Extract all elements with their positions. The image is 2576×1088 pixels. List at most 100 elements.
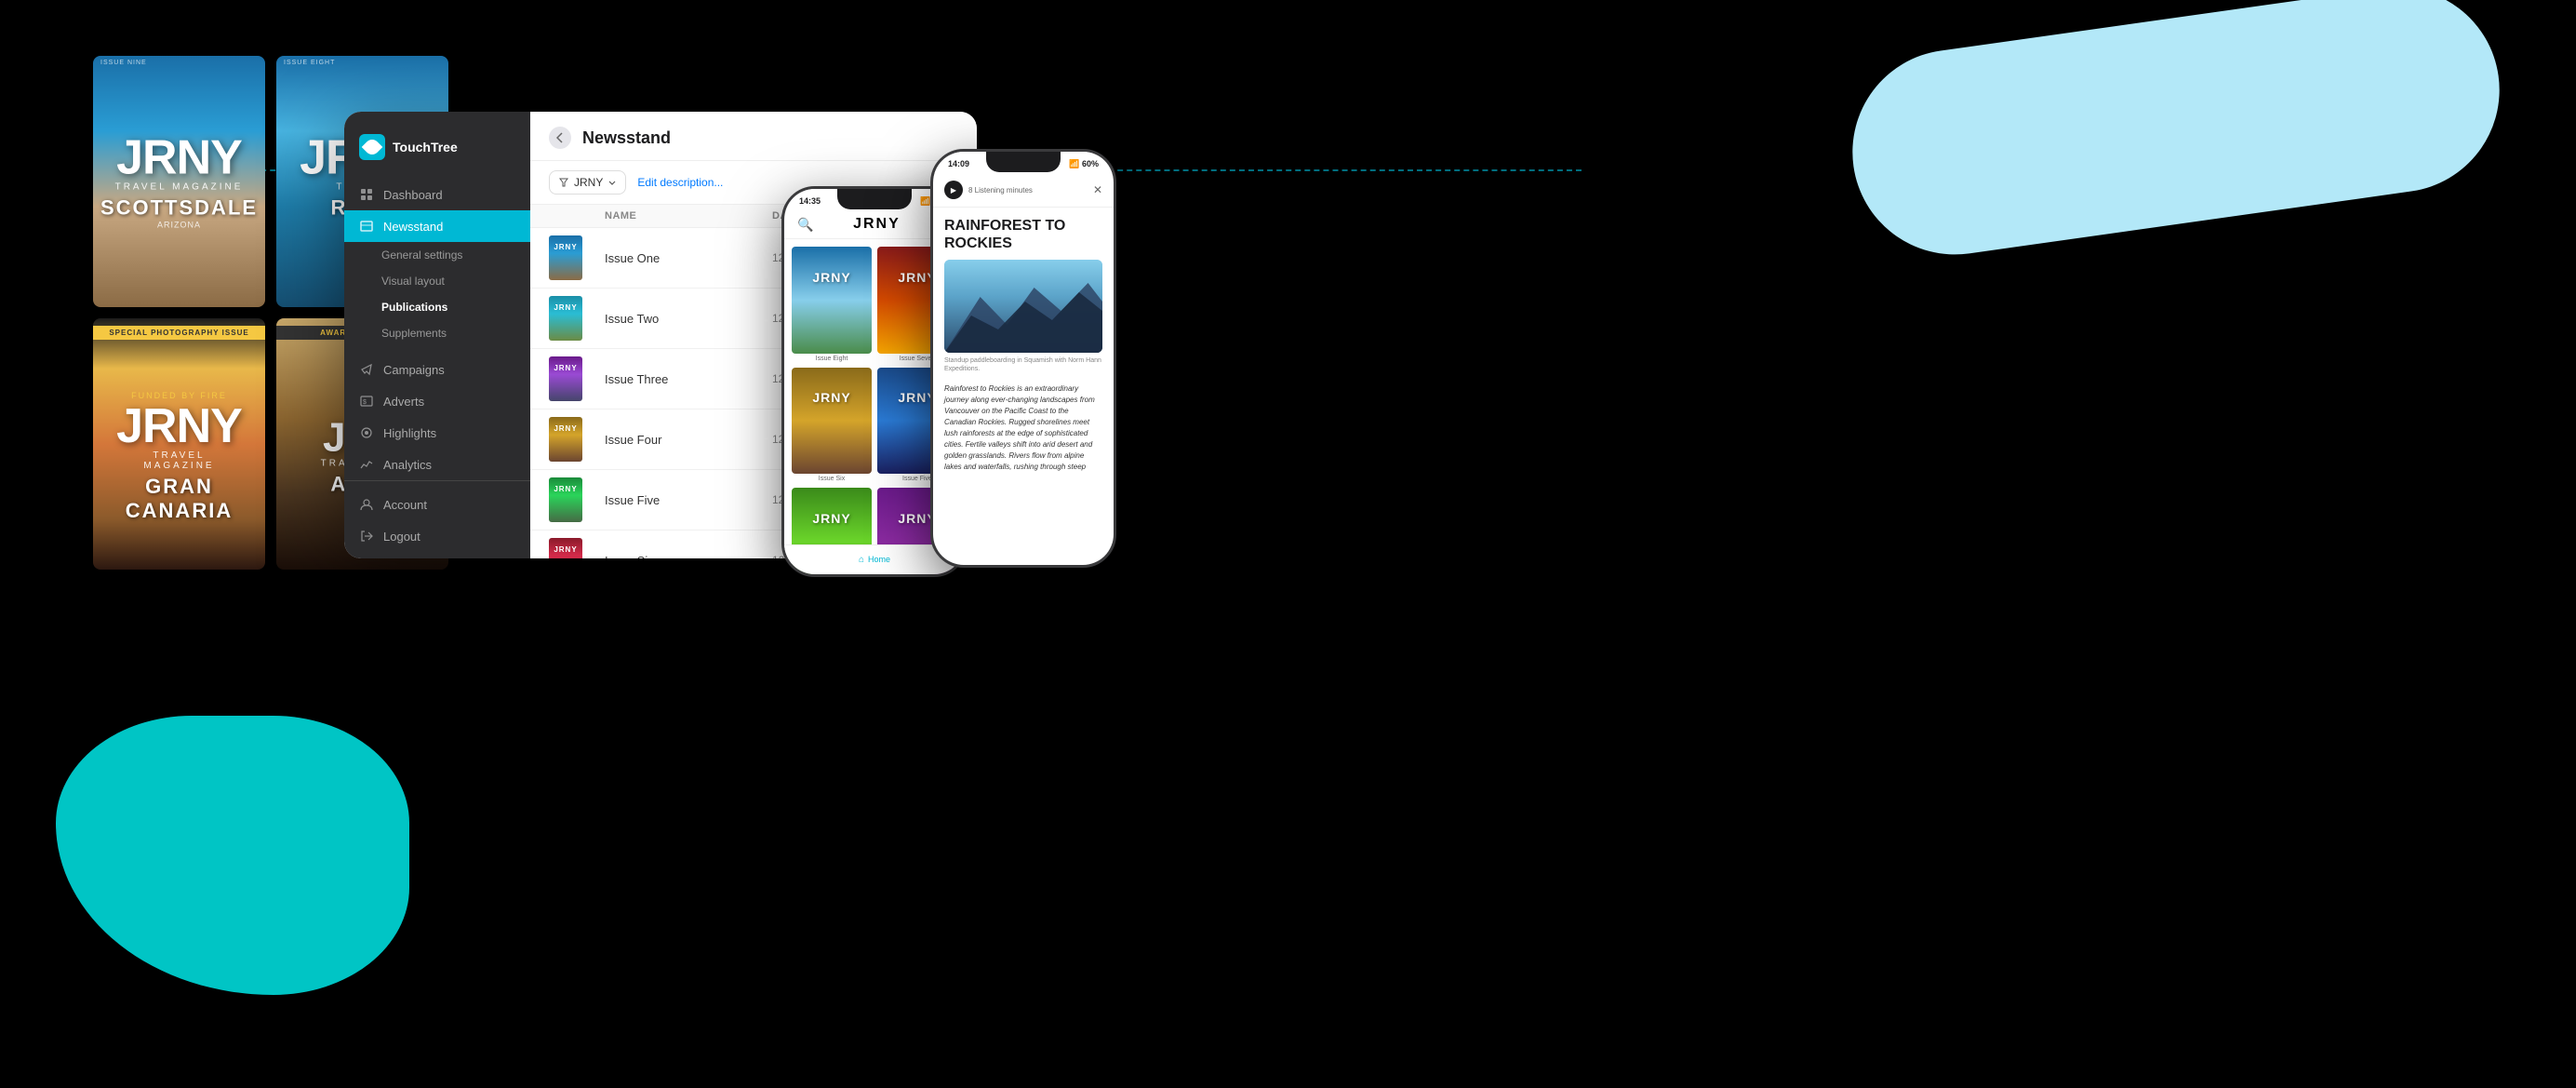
mag1-subtitle: TRAVEL MAGAZINE xyxy=(100,182,258,193)
sidebar-logo-icon xyxy=(359,134,385,160)
close-icon[interactable]: ✕ xyxy=(1093,183,1102,196)
phone-screen-2: 14:09 📶 60% ▶ 8 Listening minutes ✕ RAIN… xyxy=(933,152,1114,565)
mag1-location: SCOTTSDALE xyxy=(100,196,258,221)
sidebar-item-account[interactable]: Account xyxy=(344,489,530,520)
phone1-cover-8: JRNY xyxy=(792,247,872,354)
mag3-title: JRNY xyxy=(116,402,242,450)
sidebar: TouchTree Dashboard Newsstand xyxy=(344,112,530,558)
mag1-location-sub: ARIZONA xyxy=(100,221,258,230)
sidebar-sub-general-settings[interactable]: General settings xyxy=(344,242,530,268)
phone-cover-item[interactable]: JRNY Issue Six xyxy=(792,368,872,483)
issue-name-6: Issue Six xyxy=(605,554,772,559)
magazine-cover-1: ISSUE NINE JRNY TRAVEL MAGAZINE SCOTTSDA… xyxy=(93,56,265,307)
phone1-cover8-title: JRNY xyxy=(812,270,850,285)
mag3-location: GRAN CANARIA xyxy=(116,475,242,523)
page-title: Newsstand xyxy=(582,128,671,148)
filter-icon xyxy=(559,178,568,187)
sidebar-item-highlights[interactable]: Highlights xyxy=(344,417,530,449)
back-button[interactable] xyxy=(549,127,571,149)
sidebar-highlights-label: Highlights xyxy=(383,426,436,440)
sidebar-analytics-label: Analytics xyxy=(383,458,432,472)
edit-description-link[interactable]: Edit description... xyxy=(637,176,723,189)
phone1-home-label: Home xyxy=(868,555,890,565)
issue-thumb-2: JRNY xyxy=(549,296,582,341)
magazine-cover-3: SPECIAL PHOTOGRAPHY ISSUE FUNDED BY FIRE… xyxy=(93,318,265,570)
sidebar-sub-supplements[interactable]: Supplements xyxy=(344,320,530,346)
sidebar-item-campaigns[interactable]: Campaigns xyxy=(344,354,530,385)
sub-visual-layout-label: Visual layout xyxy=(381,275,445,288)
dashboard-icon xyxy=(359,187,374,202)
sidebar-sub-publications[interactable]: Publications xyxy=(344,294,530,320)
analytics-icon xyxy=(359,457,374,472)
article-body-text: Rainforest to Rockies is an extraordinar… xyxy=(944,383,1102,473)
phone1-cover8-label: Issue Eight xyxy=(792,356,872,362)
mag1-issue-label: ISSUE NINE xyxy=(100,60,147,66)
issue-name-5: Issue Five xyxy=(605,493,772,507)
adverts-icon: $ xyxy=(359,394,374,409)
article-title: RAINFOREST TO ROCKIES xyxy=(944,217,1102,252)
sidebar-logo-text: TouchTree xyxy=(393,140,458,154)
phone2-signal: 📶 60% xyxy=(1069,159,1099,169)
mag2-issue-label: ISSUE EIGHT xyxy=(284,60,335,66)
phone1-cover6-title: JRNY xyxy=(812,390,850,405)
issue-thumb-5: JRNY xyxy=(549,477,582,522)
sidebar-account-label: Account xyxy=(383,498,427,512)
phone-mockup-2: 14:09 📶 60% ▶ 8 Listening minutes ✕ RAIN… xyxy=(930,149,1116,568)
sidebar-logout-label: Logout xyxy=(383,530,420,544)
sidebar-bottom: Account Logout xyxy=(344,480,530,552)
search-icon[interactable]: 🔍 xyxy=(797,217,813,233)
phone1-home-icon: ⌂ xyxy=(859,555,864,565)
col-header-thumb xyxy=(549,210,605,222)
filter-dropdown[interactable]: JRNY xyxy=(549,170,626,195)
issue-thumb-1: JRNY xyxy=(549,235,582,280)
sidebar-logo: TouchTree xyxy=(344,127,530,179)
sub-publications-label: Publications xyxy=(381,301,447,314)
issue-thumb-4: JRNY xyxy=(549,417,582,462)
sidebar-adverts-label: Adverts xyxy=(383,395,424,409)
issue-thumb-3: JRNY xyxy=(549,356,582,401)
phone-frame-2: 14:09 📶 60% ▶ 8 Listening minutes ✕ RAIN… xyxy=(930,149,1116,568)
article-img-caption: Standup paddleboarding in Squamish with … xyxy=(933,353,1114,377)
mag3-subtitle: TRAVEL MAGAZINE xyxy=(116,450,242,471)
campaigns-icon xyxy=(359,362,374,377)
article-header: ▶ 8 Listening minutes ✕ xyxy=(933,173,1114,208)
sidebar-item-dashboard[interactable]: Dashboard xyxy=(344,179,530,210)
filter-label: JRNY xyxy=(574,176,603,189)
sidebar-campaigns-label: Campaigns xyxy=(383,363,445,377)
article-body: Rainforest to Rockies is an extraordinar… xyxy=(933,378,1114,478)
issue-thumb-6: JRNY xyxy=(549,538,582,558)
sidebar-item-adverts[interactable]: $ Adverts xyxy=(344,385,530,417)
issue-name-4: Issue Four xyxy=(605,433,772,447)
mag3-badge: SPECIAL PHOTOGRAPHY ISSUE xyxy=(93,326,265,340)
sidebar-sub-visual-layout[interactable]: Visual layout xyxy=(344,268,530,294)
highlights-icon xyxy=(359,425,374,440)
bg-blob-top-right xyxy=(1839,0,2513,268)
phone-notch-1 xyxy=(837,189,912,209)
article-img-svg xyxy=(944,260,1102,353)
issue-name-3: Issue Three xyxy=(605,372,772,386)
chevron-down-icon xyxy=(608,181,616,185)
article-title-section: RAINFOREST TO ROCKIES xyxy=(933,208,1114,260)
main-header: Newsstand xyxy=(530,112,977,161)
article-image xyxy=(944,260,1102,353)
sub-general-settings-label: General settings xyxy=(381,248,462,262)
sidebar-item-logout[interactable]: Logout xyxy=(344,520,530,552)
sub-supplements-label: Supplements xyxy=(381,327,447,340)
logout-icon xyxy=(359,529,374,544)
svg-text:$: $ xyxy=(363,399,367,406)
play-button[interactable]: ▶ xyxy=(944,181,963,199)
article-listen-label: 8 Listening minutes xyxy=(968,186,1033,195)
sidebar-item-analytics[interactable]: Analytics xyxy=(344,449,530,480)
phone-cover-item[interactable]: JRNY Issue Eight xyxy=(792,247,872,362)
phone1-app-title: JRNY xyxy=(853,216,901,233)
phone1-cover6-label: Issue Six xyxy=(792,476,872,482)
sidebar-logo-leaf xyxy=(362,137,383,158)
issue-name-2: Issue Two xyxy=(605,312,772,326)
sidebar-newsstand-label: Newsstand xyxy=(383,220,443,234)
col-header-name: Name xyxy=(605,210,772,222)
bg-blob-bottom-left xyxy=(56,716,409,995)
account-icon xyxy=(359,497,374,512)
sidebar-dashboard-label: Dashboard xyxy=(383,188,443,202)
sidebar-item-newsstand[interactable]: Newsstand xyxy=(344,210,530,242)
phone1-time: 14:35 xyxy=(799,196,821,207)
